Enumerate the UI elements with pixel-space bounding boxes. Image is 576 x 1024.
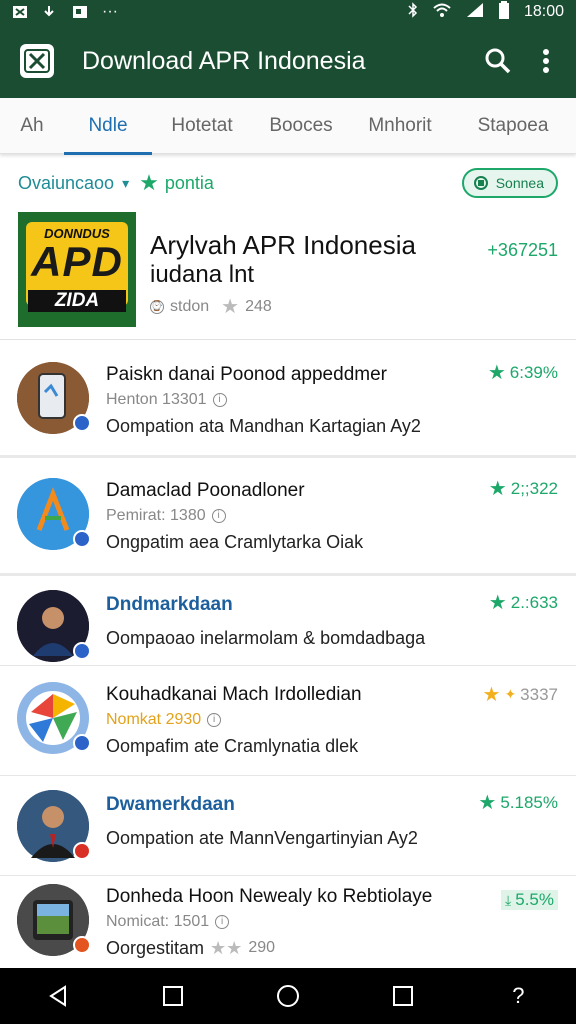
list-item[interactable]: Dwamerkdaan Oompation ate MannVengartiny…: [0, 776, 576, 876]
verified-badge-icon: [73, 642, 91, 660]
app-title: Download APR Indonesia: [82, 46, 366, 75]
system-nav-bar: ?: [0, 968, 576, 1024]
verified-badge-icon: [73, 414, 91, 432]
app-bar: Download APR Indonesia: [0, 24, 576, 98]
square-icon: [162, 986, 183, 1006]
square-icon: [393, 986, 414, 1006]
battery-icon: [498, 0, 510, 24]
list-item-desc: Oompaoao inelarmolam & bomdadbaga: [106, 628, 426, 648]
list-item-meta: Henton 13301: [106, 391, 207, 408]
filter-dropdown[interactable]: Ovaiuncaoo: [18, 173, 114, 194]
app-icon-person: [17, 590, 91, 662]
featured-meta-count: 248: [245, 297, 272, 315]
back-triangle-icon: [48, 985, 66, 1007]
list-item-desc: Ongpatim aea Cramlytarka Oiak: [106, 532, 364, 552]
app-notification-icon: [12, 5, 28, 19]
more-notifications-icon: ···: [102, 3, 118, 20]
more-options-button[interactable]: [522, 37, 570, 85]
list-item[interactable]: Donheda Hoon Newealy ko Rebtiolaye Nomic…: [0, 876, 576, 972]
list-item-desc-count: 290: [248, 939, 276, 956]
list-item-meta: Nomicat: 1501: [106, 913, 210, 930]
star-icon: ★: [139, 170, 159, 195]
list-item[interactable]: Paiskn danai Poonod appeddmer Henton 133…: [0, 342, 576, 458]
tab-all[interactable]: Ah: [0, 98, 64, 154]
recents-square-button[interactable]: [149, 972, 197, 1020]
tab-stapoea[interactable]: Stapoea: [450, 98, 576, 154]
featured-download-count: +367251: [487, 240, 558, 260]
more-vert-icon: [543, 49, 549, 73]
clock-icon: ⌚: [150, 299, 164, 314]
list-item-desc: Oompafim ate Cramlynatia dlek: [106, 736, 359, 756]
dropdown-caret-icon[interactable]: ▾: [122, 175, 129, 192]
help-button[interactable]: ?: [494, 972, 542, 1020]
info-icon: i: [211, 509, 226, 523]
tab-booces[interactable]: Booces: [252, 98, 350, 154]
rating-star-icon: ★: [488, 478, 507, 500]
app-list: Paiskn danai Poonod appeddmer Henton 133…: [0, 342, 576, 972]
tab-new[interactable]: Ndle: [64, 98, 152, 155]
filter-sub-label[interactable]: pontia: [165, 173, 214, 194]
bluetooth-icon: [408, 1, 418, 23]
app-icon-tablet: [17, 884, 91, 956]
verified-badge-icon: [73, 530, 91, 548]
list-item-rating: ⤓ 5.5%: [501, 890, 558, 910]
app-icon-pinwheel: [17, 682, 91, 754]
info-icon: i: [212, 393, 227, 407]
status-bar: ··· 18:00: [0, 0, 576, 24]
featured-meta-label: stdon: [170, 297, 210, 315]
rating-star-icon: ★: [488, 592, 507, 614]
list-item-rating: ★ 2;;322: [488, 478, 558, 500]
tab-mnhorit[interactable]: Mnhorit: [350, 98, 450, 154]
search-icon: [485, 48, 511, 74]
list-item-rating: ★ ✦ 3337: [482, 684, 559, 706]
list-item[interactable]: Dndmarkdaan Oompaoao inelarmolam & bomda…: [0, 576, 576, 666]
list-item-meta: Pemirat: 1380: [106, 507, 206, 524]
rating-star-icon: ★★: [210, 938, 243, 958]
overview-button[interactable]: [379, 972, 427, 1020]
info-icon: i: [215, 915, 230, 929]
list-item[interactable]: Damaclad Poonadloner Pemirat: 1380 i Ong…: [0, 458, 576, 576]
rating-star-icon: ★: [221, 296, 240, 318]
alert-badge-icon: [73, 936, 91, 954]
filter-chip-label: Sonnea: [495, 175, 544, 191]
list-item-rating: ★ 2.:633: [488, 592, 558, 614]
verified-badge-icon: [73, 734, 91, 752]
status-time: 18:00: [523, 3, 564, 20]
list-item[interactable]: Kouhadkanai Mach Irdolledian Nomkat 2930…: [0, 666, 576, 776]
search-button[interactable]: [474, 37, 522, 85]
filter-row: Ovaiuncaoo ▾ ★ pontia Sonnea: [0, 162, 576, 204]
home-button[interactable]: [264, 972, 312, 1020]
filter-chip-button[interactable]: Sonnea: [461, 168, 558, 198]
app-icon-arrow: [17, 478, 91, 550]
app-logo-icon[interactable]: [20, 44, 54, 78]
home-circle-icon: [276, 985, 299, 1007]
info-icon: i: [207, 713, 222, 727]
question-icon: ?: [512, 983, 525, 1008]
featured-app-logo: DONNDUS APD ZIDA: [18, 212, 136, 327]
tab-hot[interactable]: Hotetat: [152, 98, 252, 154]
gallery-icon: [72, 5, 88, 19]
featured-app[interactable]: DONNDUS APD ZIDA Arylvah APR Indonesia i…: [0, 212, 576, 340]
wifi-icon: [432, 2, 452, 23]
list-item-meta: Nomkat 2930: [106, 711, 202, 728]
back-button[interactable]: [34, 972, 82, 1020]
app-icon-phone: [17, 362, 91, 434]
list-item-rating: ★ 6:39%: [487, 362, 558, 384]
download-icon: [42, 5, 58, 19]
tab-bar: Ah Ndle Hotetat Booces Mnhorit Stapoea: [0, 98, 576, 155]
half-star-icon: ✦: [504, 686, 517, 702]
list-item-desc: Oompation ate MannVengartinyian Ay2: [106, 828, 418, 848]
list-item-desc: Oompation ata Mandhan Kartagian Ay2: [106, 416, 421, 436]
alert-badge-icon: [73, 842, 91, 860]
list-item-desc: Oorgestitam: [106, 938, 205, 958]
download-icon: ⤓: [505, 891, 512, 908]
refresh-icon: [473, 176, 488, 190]
featured-subtitle: iudana lnt: [150, 261, 255, 288]
rating-star-icon: ★: [487, 362, 506, 384]
list-item-rating: ★ 5.185%: [478, 792, 558, 814]
app-icon-student: [17, 790, 91, 862]
rating-star-icon: ★: [478, 792, 497, 814]
rating-star-icon: ★: [482, 684, 501, 706]
signal-icon: [466, 2, 484, 23]
